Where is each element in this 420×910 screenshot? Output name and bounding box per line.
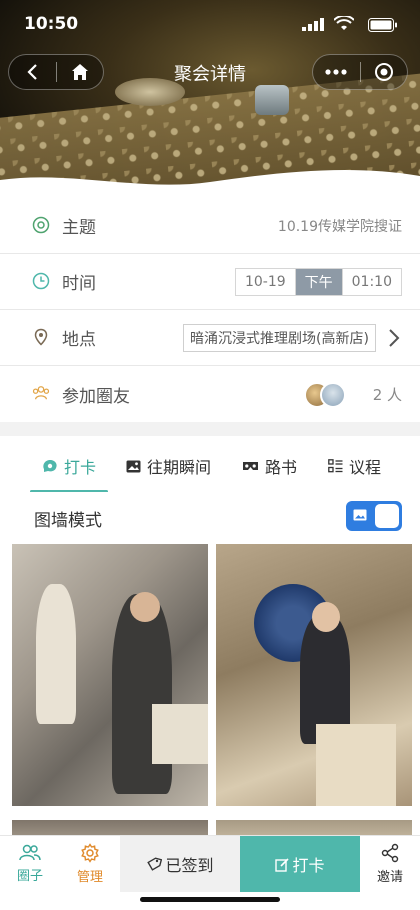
topic-value: 10.19传媒学院搜证	[277, 218, 402, 235]
place-label: 地点	[62, 330, 96, 350]
battery-icon	[368, 18, 397, 32]
members-count: 2 人	[372, 385, 402, 404]
time-period[interactable]: 下午	[295, 268, 343, 295]
signal-icon	[302, 18, 324, 31]
time-label: 时间	[62, 274, 96, 294]
signed-in-button[interactable]: 已签到	[120, 836, 240, 892]
photo-figure	[36, 584, 76, 724]
tab-bar: 打卡 往期瞬间 路书 议程	[0, 436, 420, 493]
checkin-icon	[43, 460, 57, 472]
time-clock[interactable]: 01:10	[343, 269, 401, 295]
status-time: 10:50	[24, 14, 79, 34]
nav-capsule-right	[312, 54, 408, 90]
more-dots-icon	[325, 69, 347, 75]
hero-wave	[0, 170, 420, 200]
wall-mode-toggle[interactable]	[346, 501, 402, 531]
place-row[interactable]: 地点 暗涌沉浸式推理剧场(高新店)	[0, 310, 420, 366]
hero-banner: 10:50 聚会详情	[0, 0, 420, 200]
tab-agenda[interactable]: 议程	[328, 454, 381, 478]
target-icon	[374, 63, 393, 81]
wifi-icon	[334, 16, 354, 30]
bottom-action-bar: 圈子 管理 已签到 打卡 邀请	[0, 835, 420, 910]
photo-face	[312, 602, 340, 632]
event-info: 主题 10.19传媒学院搜证 时间 10-19 下午 01:10 地点 暗涌沉浸…	[0, 198, 420, 422]
group-people-icon	[19, 844, 41, 861]
tab-checkin-label: 打卡	[64, 458, 97, 477]
gear-icon	[81, 843, 99, 863]
photo-chair	[316, 724, 396, 806]
signed-in-label: 已签到	[165, 856, 214, 875]
list-icon	[328, 459, 343, 473]
topic-label: 主题	[62, 218, 96, 238]
vr-glasses-icon	[243, 461, 258, 470]
photo-thumbnail[interactable]	[216, 544, 412, 806]
photo-wall	[0, 544, 420, 844]
circle-button[interactable]: 圈子	[0, 836, 60, 892]
tab-roadbook[interactable]: 路书	[242, 454, 297, 478]
close-miniprogram-button[interactable]	[361, 55, 408, 89]
photo-table	[152, 704, 208, 764]
members-row[interactable]: 参加圈友 2 人	[0, 366, 420, 422]
members-label: 参加圈友	[62, 386, 130, 407]
clock-icon	[32, 272, 50, 290]
edit-icon	[275, 857, 290, 872]
time-selector[interactable]: 10-19 下午 01:10	[234, 267, 402, 296]
photo-figure	[112, 594, 172, 794]
tab-roadbook-label: 路书	[265, 458, 298, 477]
avatar	[320, 382, 346, 408]
checkin-button[interactable]: 打卡	[240, 836, 360, 892]
time-row: 时间 10-19 下午 01:10	[0, 254, 420, 310]
member-avatars[interactable]	[304, 382, 350, 408]
more-button[interactable]	[313, 55, 360, 89]
status-bar: 10:50	[0, 0, 420, 48]
picture-icon	[353, 509, 367, 521]
photo-face	[130, 592, 160, 622]
circle-label: 圈子	[16, 869, 43, 884]
tab-past-moments[interactable]: 往期瞬间	[126, 454, 211, 478]
invite-button[interactable]: 邀请	[360, 836, 420, 892]
time-date[interactable]: 10-19	[236, 268, 296, 295]
wall-mode-label: 图墙模式	[34, 511, 102, 531]
place-value[interactable]: 暗涌沉浸式推理剧场(高新店)	[183, 323, 376, 352]
tab-agenda-label: 议程	[349, 458, 382, 477]
image-icon	[126, 460, 141, 472]
toggle-knob	[375, 504, 399, 528]
target-topic-icon	[32, 216, 50, 234]
tab-past-moments-label: 往期瞬间	[147, 458, 212, 477]
topic-row: 主题 10.19传媒学院搜证	[0, 198, 420, 254]
group-icon	[32, 386, 50, 400]
manage-button[interactable]: 管理	[60, 836, 120, 892]
tag-icon	[147, 857, 163, 871]
checkin-label: 打卡	[292, 856, 325, 875]
home-indicator	[140, 897, 280, 902]
nav-bar: 聚会详情	[0, 52, 420, 92]
share-icon	[381, 843, 399, 863]
invite-label: 邀请	[376, 870, 403, 885]
chevron-right-icon	[389, 329, 400, 347]
manage-label: 管理	[76, 870, 103, 885]
wall-mode-row: 图墙模式	[0, 492, 420, 544]
location-pin-icon	[34, 328, 48, 346]
photo-thumbnail[interactable]	[12, 544, 208, 806]
tab-checkin[interactable]: 打卡	[30, 454, 109, 493]
